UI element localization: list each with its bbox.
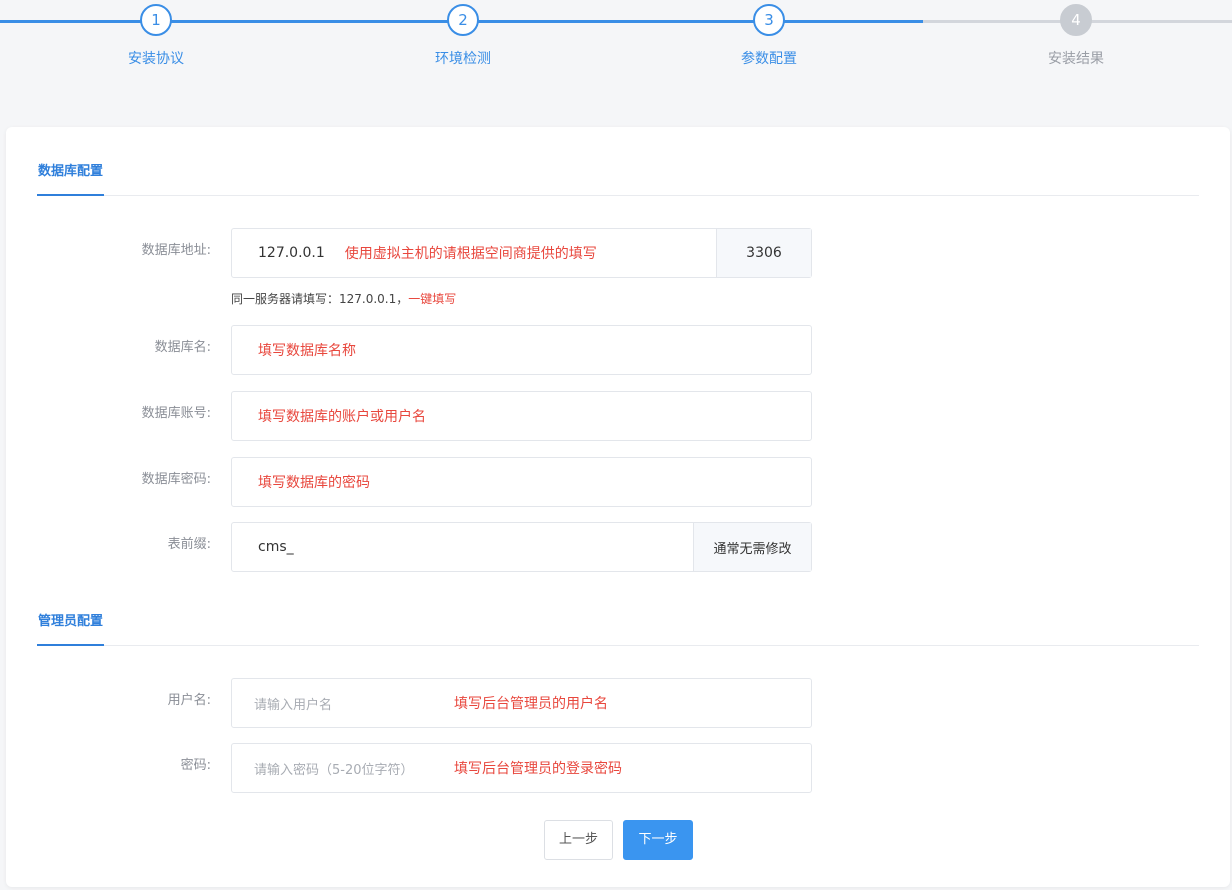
admin-section-title: 管理员配置 xyxy=(37,612,105,646)
admin-password-row: 密码: 请输入密码（5-20位字符） 填写后台管理员的登录密码 xyxy=(6,743,1230,793)
admin-password-placeholder: 请输入密码（5-20位字符） xyxy=(254,762,414,778)
admin-password-label: 密码: xyxy=(180,758,211,773)
step-number: 3 xyxy=(753,4,785,36)
step-title: 安装协议 xyxy=(128,51,184,67)
table-prefix-label: 表前缀: xyxy=(167,537,211,552)
db-password-row: 数据库密码: 填写数据库的密码 xyxy=(6,457,1230,507)
db-name-label: 数据库名: xyxy=(154,340,211,355)
admin-password-hint: 填写后台管理员的登录密码 xyxy=(454,761,622,777)
db-password-label: 数据库密码: xyxy=(141,472,211,487)
step-number: 1 xyxy=(140,4,172,36)
db-host-row: 数据库地址: 127.0.0.1 使用虚拟主机的请根据空间商提供的填写 3306 xyxy=(6,228,1230,278)
next-step-button[interactable]: 下一步 xyxy=(623,820,693,860)
table-prefix-addon: 通常无需修改 xyxy=(693,523,811,571)
db-name-hint: 填写数据库名称 xyxy=(258,343,356,359)
admin-section-header: 管理员配置 xyxy=(37,612,1199,646)
admin-username-input[interactable]: 请输入用户名 填写后台管理员的用户名 xyxy=(231,678,812,728)
admin-username-row: 用户名: 请输入用户名 填写后台管理员的用户名 xyxy=(6,678,1230,728)
step-number: 4 xyxy=(1060,4,1092,36)
db-password-input[interactable]: 填写数据库的密码 xyxy=(231,457,812,507)
step-agreement: 1 安装协议 xyxy=(56,4,256,68)
prev-step-button[interactable]: 上一步 xyxy=(544,820,613,860)
db-port-input[interactable]: 3306 xyxy=(716,229,811,277)
table-prefix-value: cms_ xyxy=(258,539,294,555)
config-form-card: 数据库配置 数据库地址: 127.0.0.1 使用虚拟主机的请根据空间商提供的填… xyxy=(6,127,1230,887)
admin-username-placeholder: 请输入用户名 xyxy=(254,697,333,713)
db-account-hint: 填写数据库的账户或用户名 xyxy=(258,409,426,425)
db-host-input[interactable]: 127.0.0.1 使用虚拟主机的请根据空间商提供的填写 3306 xyxy=(231,228,812,278)
step-env-check: 2 环境检测 xyxy=(363,4,563,68)
step-title: 环境检测 xyxy=(435,51,491,67)
db-account-label: 数据库账号: xyxy=(141,406,211,421)
db-section-header: 数据库配置 xyxy=(37,162,1199,196)
db-host-tip: 同一服务器请填写：127.0.0.1，一键填写 xyxy=(231,290,456,307)
admin-username-hint: 填写后台管理员的用户名 xyxy=(454,696,608,712)
db-host-hint: 使用虚拟主机的请根据空间商提供的填写 xyxy=(344,246,597,262)
db-password-hint: 填写数据库的密码 xyxy=(258,475,370,491)
autofill-link[interactable]: 一键填写 xyxy=(408,292,456,306)
db-account-input[interactable]: 填写数据库的账户或用户名 xyxy=(231,391,812,441)
step-install-result: 4 安装结果 xyxy=(976,4,1176,68)
step-param-config: 3 参数配置 xyxy=(669,4,869,68)
db-host-label: 数据库地址: xyxy=(141,243,211,258)
db-name-input[interactable]: 填写数据库名称 xyxy=(231,325,812,375)
db-host-tip-text: 同一服务器请填写：127.0.0.1， xyxy=(231,292,409,306)
db-host-value: 127.0.0.1 xyxy=(258,245,325,261)
step-title: 参数配置 xyxy=(741,51,797,67)
admin-password-input[interactable]: 请输入密码（5-20位字符） 填写后台管理员的登录密码 xyxy=(231,743,812,793)
install-stepper: 1 安装协议 2 环境检测 3 参数配置 4 安装结果 xyxy=(0,0,1232,100)
db-section-title: 数据库配置 xyxy=(37,162,105,196)
db-name-row: 数据库名: 填写数据库名称 xyxy=(6,325,1230,375)
db-account-row: 数据库账号: 填写数据库的账户或用户名 xyxy=(6,391,1230,441)
table-prefix-input[interactable]: cms_ 通常无需修改 xyxy=(231,522,812,572)
table-prefix-row: 表前缀: cms_ 通常无需修改 xyxy=(6,522,1230,572)
step-number: 2 xyxy=(447,4,479,36)
step-title: 安装结果 xyxy=(1048,51,1104,67)
admin-username-label: 用户名: xyxy=(167,693,211,708)
